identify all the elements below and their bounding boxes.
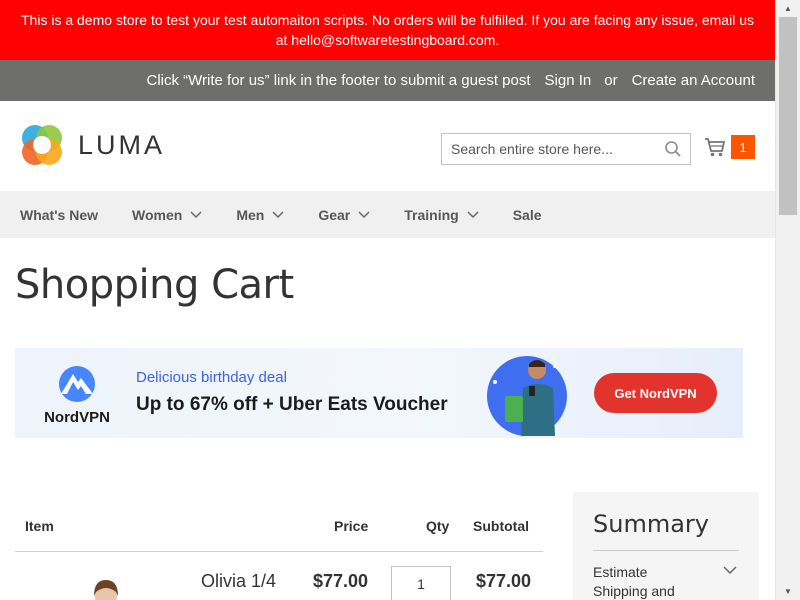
nav-item-sale[interactable]: Sale	[513, 207, 542, 223]
nordvpn-logo: NordVPN	[37, 362, 117, 426]
subtotal-column-header: Subtotal	[473, 518, 529, 534]
scrollbar-thumb[interactable]	[779, 17, 797, 215]
nav-item-women[interactable]: Women	[132, 207, 202, 223]
scroll-down-arrow-icon[interactable]: ▼	[776, 583, 800, 600]
luma-logo[interactable]: LUMA	[20, 123, 165, 167]
product-name-link[interactable]: Olivia 1/4	[201, 571, 276, 592]
nav-item-label: What's New	[20, 206, 99, 223]
nav-item-label: Women	[132, 206, 183, 223]
nav-item-label: Gear	[318, 206, 351, 223]
nordvpn-mountain-icon	[59, 366, 95, 402]
estimate-shipping-toggle[interactable]: Estimate Shipping and	[593, 563, 703, 600]
mini-cart[interactable]: 1	[704, 135, 755, 159]
header: LUMA 1	[0, 101, 775, 191]
or-separator: or	[604, 72, 618, 89]
chevron-down-icon	[272, 210, 284, 218]
qty-column-header: Qty	[426, 518, 450, 534]
table-row: Olivia 1/4 $77.00 1 $77.00	[15, 552, 543, 600]
logo-text: LUMA	[78, 129, 166, 160]
nav-item-whats-new[interactable]: What's New	[20, 207, 98, 223]
chevron-down-icon	[358, 210, 370, 218]
ad-deal-text: Delicious birthday deal	[136, 369, 287, 386]
demo-notice-text: This is a demo store to test your test a…	[21, 12, 754, 48]
nordvpn-brand-text: NordVPN	[44, 409, 110, 426]
vertical-scrollbar[interactable]: ▲ ▼	[775, 0, 800, 600]
nav-item-gear[interactable]: Gear	[318, 207, 370, 223]
cart-icon[interactable]	[704, 136, 726, 158]
search-input[interactable]	[451, 141, 651, 157]
nav-item-label: Training	[404, 206, 459, 223]
nordvpn-ad-banner[interactable]: NordVPN Delicious birthday deal Up to 67…	[15, 348, 743, 438]
product-thumbnail[interactable]	[79, 576, 133, 600]
chevron-down-icon[interactable]	[723, 566, 737, 575]
get-nordvpn-button[interactable]: Get NordVPN	[594, 373, 717, 413]
demo-notice-banner: This is a demo store to test your test a…	[0, 0, 775, 60]
summary-title: Summary	[593, 510, 739, 551]
order-summary: Summary Estimate Shipping and	[573, 492, 759, 600]
luma-logo-icon	[22, 125, 62, 165]
ad-offer-text: Up to 67% off + Uber Eats Voucher	[136, 394, 448, 415]
ad-person-illustration	[487, 356, 567, 436]
search-icon[interactable]	[664, 140, 682, 158]
item-column-header: Item	[25, 518, 54, 534]
qty-input[interactable]: 1	[391, 566, 451, 600]
sign-in-link[interactable]: Sign In	[545, 72, 592, 89]
cart-items-table: Item Price Qty Subtotal Olivia 1/4 $77.0…	[15, 492, 543, 600]
search-box[interactable]	[441, 133, 691, 165]
page: This is a demo store to test your test a…	[0, 0, 775, 600]
cart-count-badge[interactable]: 1	[731, 135, 755, 159]
top-bar: Click “Write for us” link in the footer …	[0, 60, 775, 101]
nav-item-label: Men	[236, 206, 265, 223]
product-price: $77.00	[313, 571, 369, 591]
nav-item-men[interactable]: Men	[236, 207, 284, 223]
write-for-us-text: Click “Write for us” link in the footer …	[146, 72, 531, 89]
page-title: Shopping Cart	[15, 262, 294, 308]
main-nav: What's New Women Men Gear Training Sale	[0, 191, 775, 238]
price-column-header: Price	[334, 518, 369, 534]
cart-table-header: Item Price Qty Subtotal	[15, 492, 543, 552]
create-account-link[interactable]: Create an Account	[632, 72, 755, 89]
nav-item-training[interactable]: Training	[404, 206, 479, 223]
chevron-down-icon	[190, 210, 202, 218]
product-subtotal: $77.00	[476, 571, 532, 591]
chevron-down-icon	[467, 210, 479, 218]
scroll-up-arrow-icon[interactable]: ▲	[776, 0, 800, 17]
nav-item-label: Sale	[512, 206, 542, 223]
